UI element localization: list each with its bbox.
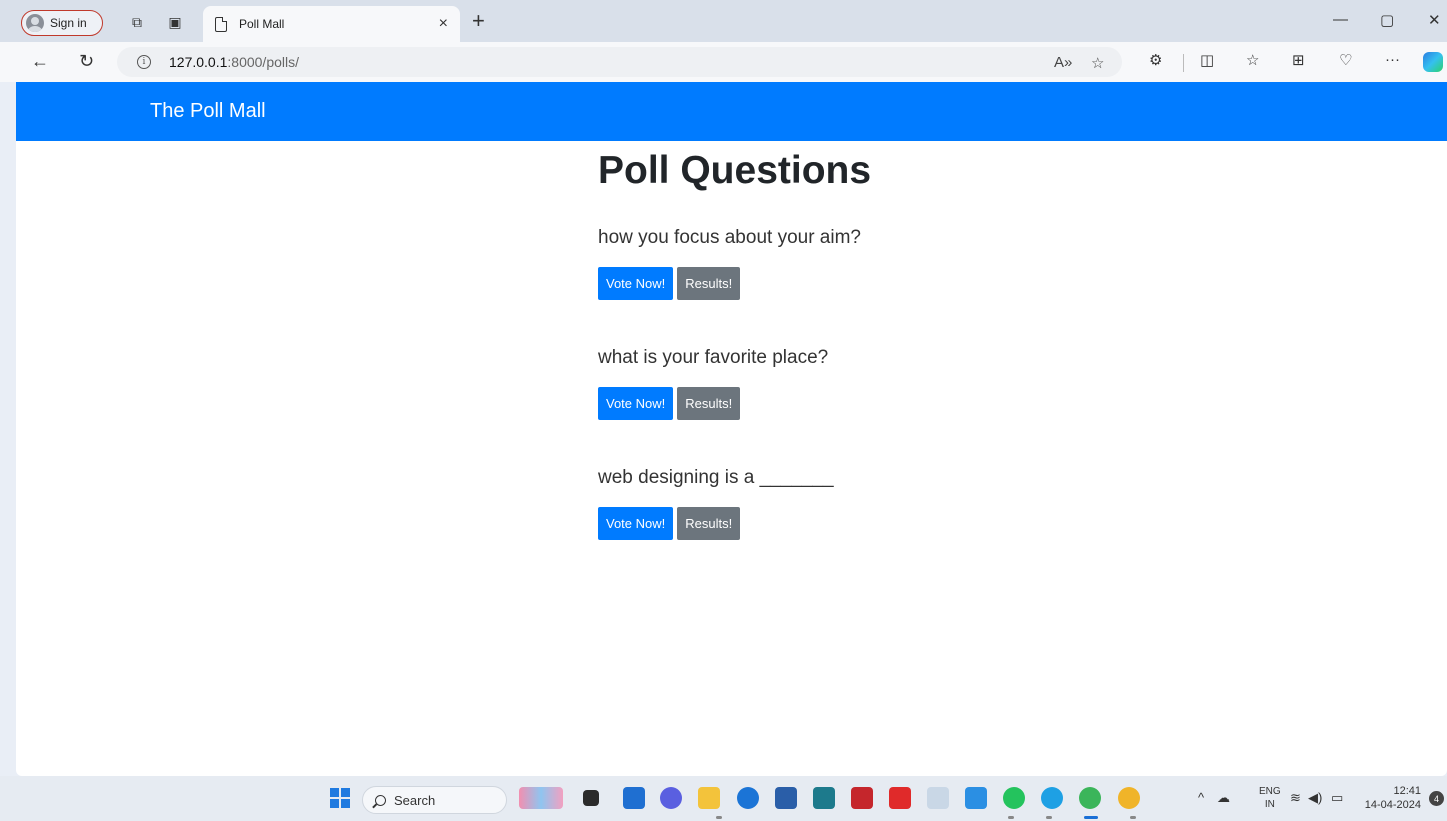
search-icon xyxy=(375,794,386,806)
battery-icon[interactable]: ▭ xyxy=(1331,790,1343,806)
refresh-icon[interactable]: ↻ xyxy=(79,51,94,72)
poll-question-item: what is your favorite place? Vote Now! R… xyxy=(598,347,1098,420)
close-window-button[interactable]: ✕ xyxy=(1428,11,1441,29)
system-clock[interactable]: 12:41 14-04-2024 xyxy=(1361,784,1421,812)
lang-code: ENG xyxy=(1259,786,1281,797)
profile-avatar-icon xyxy=(26,14,44,32)
browser-toolbar: ← ↻ i 127.0.0.1:8000/polls/ A» ☆ ⚙ ◫ ☆ ⊞… xyxy=(0,42,1447,82)
question-text: what is your favorite place? xyxy=(598,347,829,368)
sign-in-label: Sign in xyxy=(50,16,87,30)
poll-question-item: web designing is a _______ Vote Now! Res… xyxy=(598,467,1098,540)
task-view-icon[interactable] xyxy=(583,790,599,806)
favorites-list-icon[interactable]: ☆ xyxy=(1246,51,1259,69)
split-screen-icon[interactable]: ◫ xyxy=(1200,51,1214,69)
cloud-sync-icon[interactable]: ☁ xyxy=(1217,790,1230,806)
tab-close-icon[interactable]: × xyxy=(439,15,448,33)
store-icon[interactable] xyxy=(775,787,797,809)
chrome-icon[interactable] xyxy=(1079,787,1101,809)
clock-date: 14-04-2024 xyxy=(1364,799,1421,811)
extensions-icon[interactable]: ⚙ xyxy=(1149,51,1162,69)
wifi-icon[interactable]: ≋ xyxy=(1290,790,1301,806)
vote-now-button[interactable]: Vote Now! xyxy=(598,267,674,300)
results-button[interactable]: Results! xyxy=(677,387,741,420)
question-text: how you focus about your aim? xyxy=(598,227,861,248)
file-explorer-icon[interactable] xyxy=(698,787,720,809)
tab-poll-mall[interactable]: Poll Mall × xyxy=(203,6,460,42)
active-indicator xyxy=(1084,816,1098,819)
running-indicator xyxy=(716,816,722,819)
sign-in-button[interactable]: Sign in xyxy=(21,10,103,36)
site-info-icon[interactable]: i xyxy=(137,55,151,69)
restore-button[interactable]: ▢ xyxy=(1380,11,1394,29)
windows-start-icon[interactable] xyxy=(330,788,350,808)
whatsapp-icon[interactable] xyxy=(1003,787,1025,809)
results-button[interactable]: Results! xyxy=(677,267,741,300)
app-icon[interactable] xyxy=(813,787,835,809)
language-indicator[interactable]: ENG IN xyxy=(1259,785,1281,811)
results-button[interactable]: Results! xyxy=(677,507,741,540)
navbar: The Poll Mall xyxy=(16,82,1447,141)
vscode-icon[interactable] xyxy=(965,787,987,809)
mcafee-icon[interactable] xyxy=(851,787,873,809)
browser-tab-strip: Sign in ⧉ ▣ Poll Mall × + — ▢ ✕ xyxy=(0,0,1447,42)
read-aloud-icon[interactable]: A» xyxy=(1054,54,1072,71)
url-host: 127.0.0.1 xyxy=(169,54,228,70)
address-bar[interactable]: i 127.0.0.1:8000/polls/ A» ☆ xyxy=(117,47,1122,77)
chat-icon[interactable] xyxy=(660,787,682,809)
poll-question-item: how you focus about your aim? Vote Now! … xyxy=(598,227,1098,300)
browser-essentials-icon[interactable]: ♡ xyxy=(1339,51,1352,69)
question-text: web designing is a _______ xyxy=(598,467,834,488)
clock-time: 12:41 xyxy=(1393,785,1421,797)
running-indicator xyxy=(1130,816,1136,819)
chrome-canary-icon[interactable] xyxy=(1118,787,1140,809)
navbar-brand[interactable]: The Poll Mall xyxy=(150,100,266,123)
search-label: Search xyxy=(394,792,436,808)
back-arrow-icon[interactable]: ← xyxy=(31,51,49,72)
page-title: Poll Questions xyxy=(598,149,872,192)
vote-now-button[interactable]: Vote Now! xyxy=(598,507,674,540)
copilot-icon[interactable] xyxy=(1423,52,1443,72)
collections-icon[interactable]: ⊞ xyxy=(1292,51,1305,69)
toolbar-divider xyxy=(1183,54,1184,72)
tab-actions-icon[interactable]: ▣ xyxy=(166,13,184,31)
more-options-icon[interactable]: ··· xyxy=(1385,51,1400,68)
taskbar-search[interactable]: Search xyxy=(362,786,507,814)
workspaces-icon[interactable]: ⧉ xyxy=(128,13,146,31)
windows-taskbar: Search ^ ☁ ENG IN ≋ ◀) ▭ 12:41 14-04-202… xyxy=(0,776,1447,821)
python-file-icon[interactable] xyxy=(927,787,949,809)
favorite-star-icon[interactable]: ☆ xyxy=(1091,54,1104,72)
lang-region: IN xyxy=(1264,799,1275,810)
page-viewport: The Poll Mall Poll Questions how you foc… xyxy=(16,82,1447,776)
tab-title: Poll Mall xyxy=(239,17,285,31)
poll-list: Poll Questions how you focus about your … xyxy=(598,141,1098,540)
youtube-icon[interactable] xyxy=(889,787,911,809)
running-indicator xyxy=(1046,816,1052,819)
running-indicator xyxy=(1008,816,1014,819)
url-path: :8000/polls/ xyxy=(227,54,299,70)
notification-badge[interactable]: 4 xyxy=(1429,791,1444,806)
edge-icon[interactable] xyxy=(1041,787,1063,809)
vote-now-button[interactable]: Vote Now! xyxy=(598,387,674,420)
widgets-icon[interactable] xyxy=(519,787,563,809)
volume-icon[interactable]: ◀) xyxy=(1308,790,1322,806)
minimize-button[interactable]: — xyxy=(1333,11,1348,28)
show-hidden-icons-chevron-icon[interactable]: ^ xyxy=(1198,790,1204,805)
help-icon[interactable] xyxy=(737,787,759,809)
page-icon xyxy=(215,16,227,32)
new-tab-button[interactable]: + xyxy=(472,8,485,34)
trello-icon[interactable] xyxy=(623,787,645,809)
